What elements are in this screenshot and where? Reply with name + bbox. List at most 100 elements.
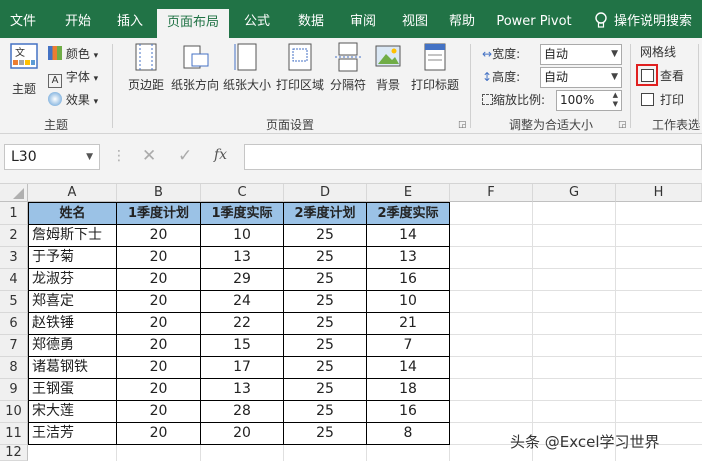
tab-data[interactable]: 数据 — [288, 0, 334, 38]
value-cell[interactable]: 21 — [367, 313, 450, 335]
scale-launcher-icon[interactable]: ◲ — [618, 120, 627, 130]
orientation-button[interactable]: 纸张方向 — [170, 40, 220, 93]
value-cell[interactable]: 20 — [117, 291, 201, 313]
value-cell[interactable]: 25 — [284, 401, 367, 423]
tab-help[interactable]: 帮助 — [442, 0, 482, 38]
value-cell[interactable]: 25 — [284, 225, 367, 247]
value-cell[interactable]: 25 — [284, 379, 367, 401]
value-cell[interactable]: 14 — [367, 357, 450, 379]
row-header-11[interactable]: 11 — [0, 423, 28, 445]
row-header-5[interactable]: 5 — [0, 291, 28, 313]
value-cell[interactable]: 13 — [201, 247, 284, 269]
value-cell[interactable]: 20 — [117, 379, 201, 401]
gridlines-view-checkbox[interactable] — [641, 69, 654, 82]
name-cell[interactable]: 诸葛钢铁 — [28, 357, 117, 379]
value-cell[interactable]: 25 — [284, 269, 367, 291]
row-header-3[interactable]: 3 — [0, 247, 28, 269]
table-header-cell[interactable]: 1季度实际 — [201, 202, 284, 225]
tell-me-search[interactable]: 操作说明搜索 — [614, 0, 702, 38]
print-area-button[interactable]: 打印区域 — [274, 40, 326, 93]
column-header-g[interactable]: G — [533, 184, 616, 202]
value-cell[interactable]: 28 — [201, 401, 284, 423]
row-header-1[interactable]: 1 — [0, 202, 28, 225]
value-cell[interactable]: 24 — [201, 291, 284, 313]
value-cell[interactable]: 20 — [117, 401, 201, 423]
select-all-corner[interactable] — [0, 184, 28, 202]
name-cell[interactable]: 王钢蛋 — [28, 379, 117, 401]
name-cell[interactable]: 宋大莲 — [28, 401, 117, 423]
value-cell[interactable]: 22 — [201, 313, 284, 335]
value-cell[interactable]: 20 — [201, 423, 284, 445]
theme-fonts-button[interactable]: A 字体 ▾ — [48, 67, 98, 88]
column-header-f[interactable]: F — [450, 184, 533, 202]
value-cell[interactable]: 20 — [117, 225, 201, 247]
spinner-arrows-icon[interactable]: ▲ ▼ — [613, 91, 618, 109]
value-cell[interactable]: 25 — [284, 335, 367, 357]
name-cell[interactable]: 赵铁锤 — [28, 313, 117, 335]
background-button[interactable]: 背景 — [370, 40, 406, 93]
table-header-cell[interactable]: 2季度实际 — [367, 202, 450, 225]
scale-spinner[interactable]: 100% ▲ ▼ — [556, 90, 622, 111]
value-cell[interactable]: 25 — [284, 313, 367, 335]
page-setup-launcher-icon[interactable]: ◲ — [458, 120, 467, 130]
breaks-button[interactable]: 分隔符 — [328, 40, 368, 93]
row-header-6[interactable]: 6 — [0, 313, 28, 335]
value-cell[interactable]: 10 — [367, 291, 450, 313]
cancel-icon[interactable]: ✕ — [142, 146, 156, 166]
tab-formulas[interactable]: 公式 — [234, 0, 280, 38]
tab-home[interactable]: 开始 — [52, 0, 104, 38]
value-cell[interactable]: 16 — [367, 401, 450, 423]
row-header-2[interactable]: 2 — [0, 225, 28, 247]
tab-review[interactable]: 审阅 — [340, 0, 386, 38]
column-header-b[interactable]: B — [117, 184, 201, 202]
value-cell[interactable]: 13 — [367, 247, 450, 269]
table-header-cell[interactable]: 2季度计划 — [284, 202, 367, 225]
column-header-a[interactable]: A — [28, 184, 117, 202]
value-cell[interactable]: 29 — [201, 269, 284, 291]
value-cell[interactable]: 14 — [367, 225, 450, 247]
row-header-8[interactable]: 8 — [0, 357, 28, 379]
value-cell[interactable]: 20 — [117, 269, 201, 291]
value-cell[interactable]: 10 — [201, 225, 284, 247]
value-cell[interactable]: 25 — [284, 291, 367, 313]
tab-power-pivot[interactable]: Power Pivot — [492, 0, 576, 38]
size-button[interactable]: 纸张大小 — [222, 40, 272, 93]
value-cell[interactable]: 20 — [117, 357, 201, 379]
column-header-h[interactable]: H — [616, 184, 702, 202]
value-cell[interactable]: 16 — [367, 269, 450, 291]
column-header-c[interactable]: C — [201, 184, 284, 202]
gridlines-print-checkbox[interactable] — [641, 93, 654, 106]
table-header-cell[interactable]: 1季度计划 — [117, 202, 201, 225]
insert-function-icon[interactable]: fx — [214, 147, 227, 163]
value-cell[interactable]: 8 — [367, 423, 450, 445]
column-header-e[interactable]: E — [367, 184, 450, 202]
chevron-down-icon[interactable]: ▼ — [86, 145, 93, 169]
name-cell[interactable]: 詹姆斯下士 — [28, 225, 117, 247]
print-titles-button[interactable]: 打印标题 — [410, 40, 460, 93]
tab-file[interactable]: 文件 — [0, 0, 46, 38]
value-cell[interactable]: 25 — [284, 357, 367, 379]
value-cell[interactable]: 20 — [117, 335, 201, 357]
tab-view[interactable]: 视图 — [392, 0, 438, 38]
name-cell[interactable]: 于予菊 — [28, 247, 117, 269]
value-cell[interactable]: 20 — [117, 247, 201, 269]
theme-effects-button[interactable]: 效果 ▾ — [48, 90, 98, 110]
name-cell[interactable]: 龙淑芬 — [28, 269, 117, 291]
row-header-7[interactable]: 7 — [0, 335, 28, 357]
value-cell[interactable]: 20 — [117, 313, 201, 335]
themes-button[interactable]: 文 主题 — [4, 40, 44, 97]
name-cell[interactable]: 王洁芳 — [28, 423, 117, 445]
height-dropdown[interactable]: 自动 ▼ — [540, 67, 622, 88]
formula-input[interactable] — [244, 144, 702, 170]
value-cell[interactable]: 17 — [201, 357, 284, 379]
name-cell[interactable]: 郑喜定 — [28, 291, 117, 313]
row-header-9[interactable]: 9 — [0, 379, 28, 401]
name-cell[interactable]: 郑德勇 — [28, 335, 117, 357]
value-cell[interactable]: 13 — [201, 379, 284, 401]
row-header-12[interactable]: 12 — [0, 445, 28, 461]
tab-insert[interactable]: 插入 — [108, 0, 152, 38]
value-cell[interactable]: 25 — [284, 247, 367, 269]
row-header-10[interactable]: 10 — [0, 401, 28, 423]
tab-page-layout[interactable]: 页面布局 — [157, 9, 229, 38]
value-cell[interactable]: 25 — [284, 423, 367, 445]
